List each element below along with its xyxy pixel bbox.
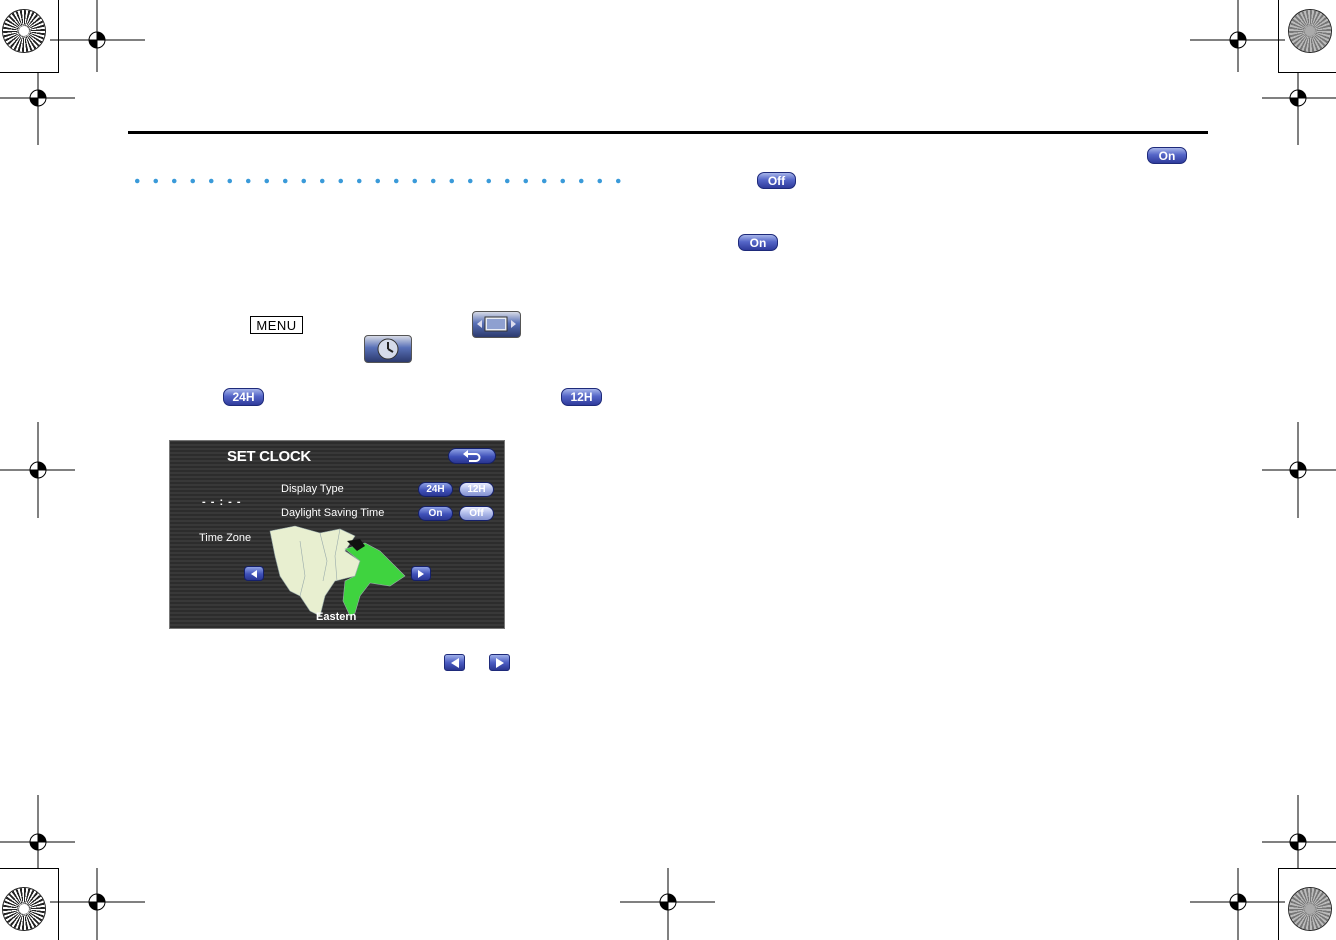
dst-on-button-inline[interactable]: On xyxy=(738,234,778,251)
set-clock-screen: SET CLOCK - - : - - Display Type Dayligh… xyxy=(169,440,505,629)
12h-button[interactable]: 12H xyxy=(561,388,602,406)
settings-icon xyxy=(477,316,516,332)
screen-24h-button[interactable]: 24H xyxy=(418,482,453,497)
right-arrow-icon xyxy=(418,569,424,578)
settings-button[interactable] xyxy=(472,311,521,338)
prev-zone-arrow-button[interactable] xyxy=(444,654,465,671)
screen-on-button[interactable]: On xyxy=(418,506,453,521)
time-zone-map xyxy=(269,525,406,617)
display-type-label: Display Type xyxy=(281,483,344,495)
section-dotted-divider xyxy=(128,176,628,186)
right-arrow-icon xyxy=(495,657,504,668)
menu-key[interactable]: MENU xyxy=(250,316,303,334)
time-display: - - : - - xyxy=(202,496,242,508)
time-zone-label: Time Zone xyxy=(199,532,252,544)
clock-button[interactable] xyxy=(364,335,412,363)
next-zone-arrow-button[interactable] xyxy=(489,654,510,671)
zone-name: Eastern xyxy=(316,611,357,623)
header-rule xyxy=(128,131,1208,134)
dst-on-button[interactable]: On xyxy=(1147,147,1187,164)
back-arrow-icon xyxy=(463,450,481,462)
dst-label: Daylight Saving Time xyxy=(281,507,385,519)
clock-icon xyxy=(377,338,399,360)
left-arrow-icon xyxy=(450,657,459,668)
left-arrow-icon xyxy=(251,569,257,578)
screen-title: SET CLOCK xyxy=(227,448,311,465)
screen-12h-button[interactable]: 12H xyxy=(459,482,494,497)
back-button[interactable] xyxy=(448,448,496,464)
24h-button[interactable]: 24H xyxy=(223,388,264,406)
screen-off-button[interactable]: Off xyxy=(459,506,494,521)
zone-prev-button[interactable] xyxy=(244,566,264,581)
dst-off-button[interactable]: Off xyxy=(757,172,796,189)
